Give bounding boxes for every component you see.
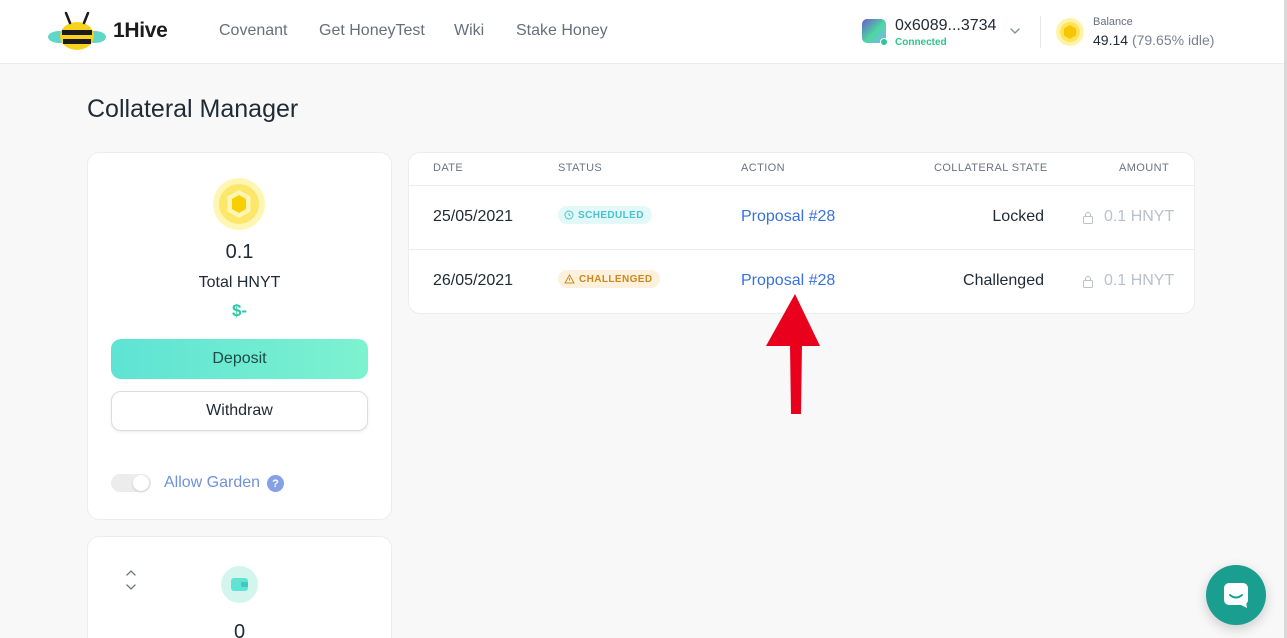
row-divider [409, 185, 1194, 186]
honey-coin-icon [1056, 18, 1084, 46]
warning-icon [564, 274, 575, 284]
chat-icon [1224, 583, 1248, 608]
header-date: DATE [433, 162, 464, 174]
brand-name[interactable]: 1Hive [113, 19, 168, 43]
row-amount: 0.1 HNYT [1082, 272, 1174, 290]
status-badge-scheduled: SCHEDULED [558, 206, 652, 224]
chevron-down-icon [1010, 28, 1020, 35]
bee-logo-icon[interactable] [48, 10, 106, 54]
balance-label: Balance [1093, 16, 1133, 28]
sort-icon[interactable] [124, 567, 138, 593]
collateral-state: Challenged [963, 272, 1044, 289]
nav-stake-honey[interactable]: Stake Honey [516, 22, 608, 40]
collateral-detail-card: 0 [87, 536, 392, 638]
row-amount: 0.1 HNYT [1082, 208, 1174, 226]
toggle-knob [133, 475, 149, 491]
amount-text: 0.1 HNYT [1104, 272, 1175, 289]
lock-icon [1083, 211, 1093, 224]
proposal-link[interactable]: Proposal #28 [741, 272, 835, 290]
status-text: CHALLENGED [579, 273, 653, 285]
nav-get-honeytest[interactable]: Get HoneyTest [319, 22, 425, 40]
row-date: 25/05/2021 [433, 208, 514, 225]
header-action: ACTION [741, 162, 785, 174]
proposal-link[interactable]: Proposal #28 [741, 208, 835, 226]
amount-text: 0.1 HNYT [1104, 208, 1175, 225]
page-title: Collateral Manager [87, 95, 299, 123]
deposit-button[interactable]: Deposit [111, 339, 368, 379]
chat-button[interactable] [1206, 565, 1266, 625]
collateral-state: Locked [992, 208, 1044, 225]
withdraw-button[interactable]: Withdraw [111, 391, 368, 431]
account-address: 0x6089...3734 [895, 17, 997, 34]
status-text: SCHEDULED [578, 209, 644, 221]
wallet-icon [221, 566, 258, 603]
header-divider [1040, 16, 1041, 48]
balance-idle: (79.65% idle) [1131, 32, 1215, 48]
header-amount: AMOUNT [1119, 162, 1170, 174]
header-collateral-state: COLLATERAL STATE [934, 162, 1048, 174]
total-amount: 0.1 [225, 241, 254, 263]
row-divider [409, 249, 1194, 250]
connected-dot [880, 38, 888, 46]
balance-value: 49.14 (79.65% idle) [1093, 32, 1214, 48]
row-date: 26/05/2021 [433, 272, 514, 289]
nav-wiki[interactable]: Wiki [454, 22, 484, 40]
lock-icon [1083, 275, 1093, 288]
annotation-arrow [766, 294, 820, 414]
collateral-history-table: DATE STATUS ACTION COLLATERAL STATE AMOU… [408, 152, 1195, 314]
total-usd-value: $- [231, 301, 248, 320]
clock-icon [564, 210, 574, 220]
allow-garden-label[interactable]: Allow Garden [164, 474, 260, 492]
status-badge-challenged: CHALLENGED [558, 270, 661, 288]
header-status: STATUS [558, 162, 603, 174]
question-icon[interactable]: ? [267, 475, 284, 492]
connection-status: Connected [895, 37, 947, 48]
allow-garden-toggle[interactable] [111, 474, 151, 492]
collateral-summary-card: 0.1 Total HNYT $- Deposit Withdraw Allow… [87, 152, 392, 520]
nav-covenant[interactable]: Covenant [219, 22, 288, 40]
balance-amount: 49.14 [1093, 32, 1129, 48]
total-amount-label: Total HNYT [198, 274, 281, 291]
account-button[interactable]: 0x6089...3734 Connected [862, 16, 1032, 50]
top-header: 1Hive Covenant Get HoneyTest Wiki Stake … [0, 0, 1287, 64]
detail-amount: 0 [233, 621, 246, 638]
honey-coin-icon [213, 178, 265, 230]
